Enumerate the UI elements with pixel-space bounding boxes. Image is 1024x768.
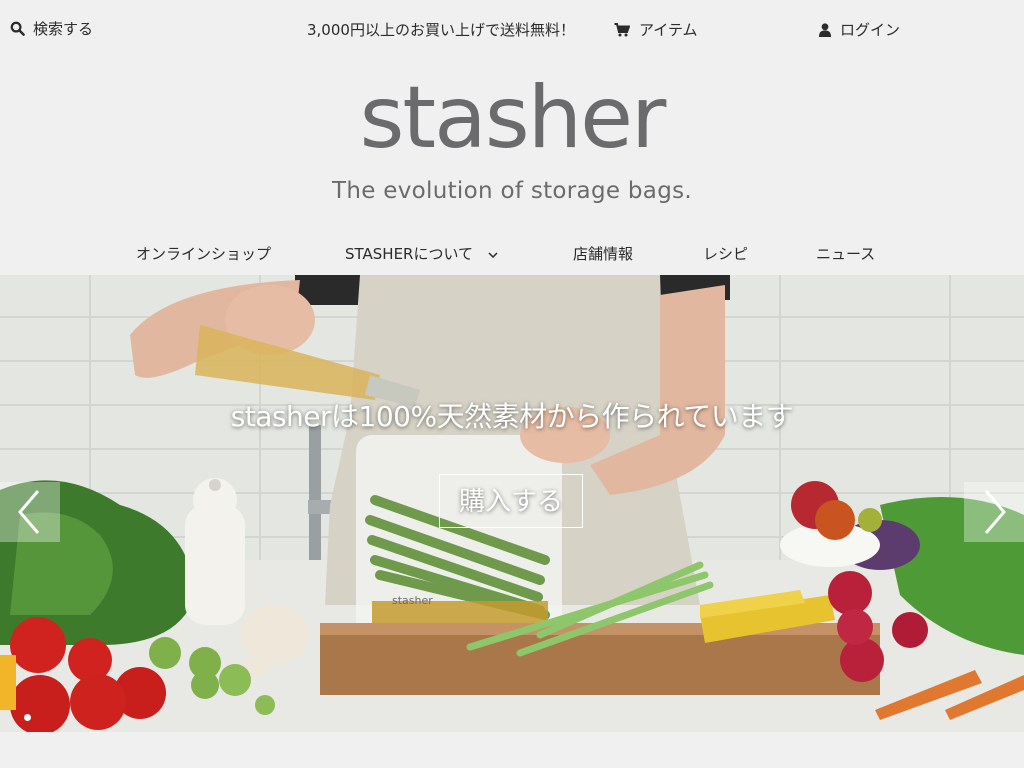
- slideshow-next-button[interactable]: [964, 482, 1024, 542]
- hero-headline: stasherは100%天然素材から作られています: [230, 400, 794, 433]
- page-below-fold: [0, 732, 1024, 768]
- site-logo[interactable]: stasher The evolution of storage bags.: [312, 68, 712, 213]
- chevron-right-icon: [984, 490, 1006, 534]
- nav-item-about-stasher[interactable]: STASHERについて: [345, 243, 498, 264]
- nav-item-stores[interactable]: 店舗情報: [573, 243, 633, 264]
- chevron-left-icon: [18, 490, 40, 534]
- bag-logo-text: stasher: [392, 594, 433, 607]
- login-link[interactable]: ログイン: [819, 19, 900, 40]
- nav-item-recipes[interactable]: レシピ: [703, 243, 748, 264]
- chevron-down-icon: [488, 251, 498, 258]
- main-navigation: オンラインショップ STASHERについて 店舗情報 レシピ ニュース: [0, 243, 1024, 265]
- logo-wordmark: stasher: [359, 68, 667, 168]
- cart-label: アイテム: [639, 21, 698, 39]
- search-link[interactable]: 検索する: [10, 18, 93, 39]
- buy-now-button[interactable]: 購入する: [439, 474, 583, 528]
- nav-item-online-shop[interactable]: オンラインショップ: [136, 243, 271, 264]
- hero-slideshow: stasher stasherは100%天然素材から作られています 購入する: [0, 275, 1024, 732]
- nav-item-news[interactable]: ニュース: [816, 243, 875, 264]
- user-icon: [819, 22, 831, 37]
- login-label: ログイン: [840, 21, 901, 39]
- top-bar: 検索する 3,000円以上のお買い上げで送料無料！ アイテム ログイン: [0, 0, 1024, 60]
- cart-icon: [614, 22, 630, 36]
- slide-indicator-dot[interactable]: [24, 714, 31, 721]
- logo-tagline: The evolution of storage bags.: [331, 178, 692, 204]
- slideshow-prev-button[interactable]: [0, 482, 60, 542]
- search-label: 検索する: [33, 20, 94, 38]
- free-shipping-promo: 3,000円以上のお買い上げで送料無料！: [307, 21, 575, 39]
- search-icon: [10, 21, 25, 36]
- nav-item-about-label: STASHERについて: [345, 245, 474, 263]
- cart-link[interactable]: アイテム: [614, 19, 698, 40]
